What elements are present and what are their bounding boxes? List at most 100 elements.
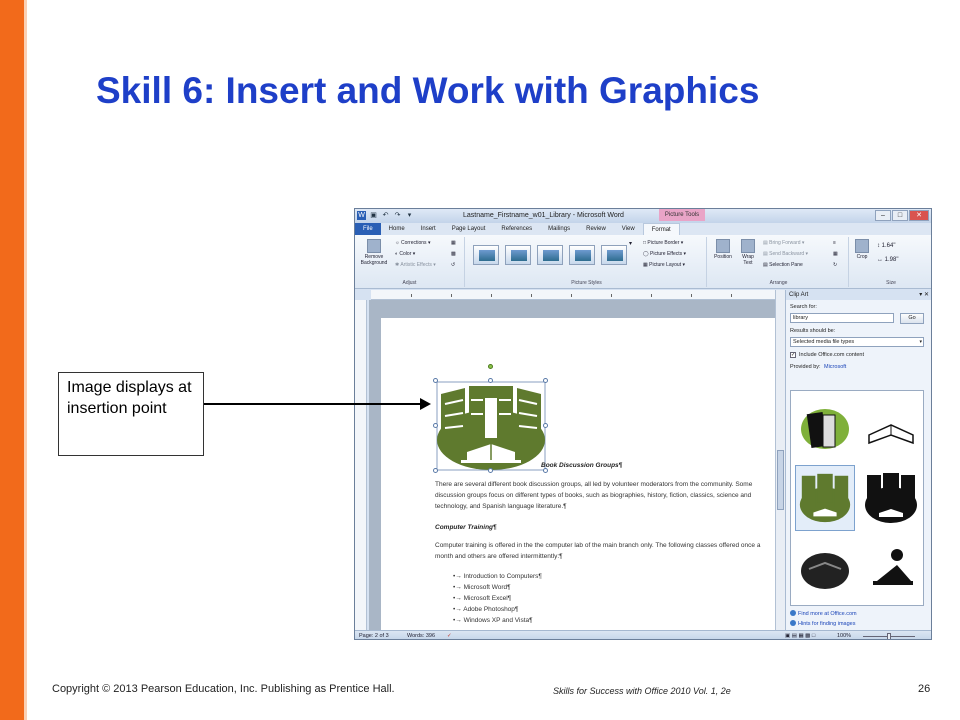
picture-effects-button[interactable]: ◯ Picture Effects ▾ xyxy=(643,251,686,258)
minimize-button[interactable]: – xyxy=(875,210,891,221)
help-icon xyxy=(790,620,796,626)
hints-link[interactable]: Hints for finding images xyxy=(790,620,855,627)
tab-review[interactable]: Review xyxy=(578,223,614,235)
undo-icon[interactable]: ↶ xyxy=(381,211,390,220)
height-field[interactable]: ↕ 1.64" xyxy=(877,243,895,250)
clipart-result-dark-book[interactable] xyxy=(795,535,855,601)
ruler-mark xyxy=(531,294,532,297)
library-clipart-image[interactable] xyxy=(435,380,547,472)
word-window: W ▣ ↶ ↷ ▾ Lastname_Firstname_w01_Library… xyxy=(354,208,932,640)
crop-icon xyxy=(855,239,869,253)
compress-pictures-icon[interactable]: ▦ xyxy=(451,240,456,247)
resize-handle[interactable] xyxy=(488,468,493,473)
artistic-effects-button[interactable]: ✱ Artistic Effects ▾ xyxy=(395,262,436,269)
picture-style-thumb[interactable] xyxy=(505,245,531,265)
clipart-result-reader[interactable] xyxy=(861,535,921,601)
resize-handle[interactable] xyxy=(433,423,438,428)
ruler-mark xyxy=(691,294,692,297)
clipart-doorway xyxy=(485,398,497,438)
clipart-book xyxy=(822,414,836,448)
tab-home[interactable]: Home xyxy=(381,223,413,235)
clipart-result-library-selected[interactable] xyxy=(795,465,855,531)
doc-paragraph-1: There are several different book discuss… xyxy=(435,481,753,510)
tab-format[interactable]: Format xyxy=(642,223,680,235)
document-page[interactable]: Book Discussion Groups¶ There are severa… xyxy=(381,318,775,638)
color-button[interactable]: ◐ Color ▾ xyxy=(395,251,415,258)
clipart-shelf xyxy=(883,473,899,503)
save-icon[interactable]: ▣ xyxy=(369,211,378,220)
resize-handle[interactable] xyxy=(488,378,493,383)
results-label: Results should be: xyxy=(790,328,836,334)
list-item: Introduction to Computers¶ xyxy=(453,571,542,582)
rotate-icon[interactable]: ↻ xyxy=(833,262,837,269)
tab-mailings[interactable]: Mailings xyxy=(540,223,578,235)
customize-qat-icon[interactable]: ▾ xyxy=(405,211,414,220)
scrollbar-thumb[interactable] xyxy=(777,450,784,510)
tab-file[interactable]: File xyxy=(355,223,381,235)
tab-page-layout[interactable]: Page Layout xyxy=(444,223,494,235)
view-buttons[interactable]: ▣ ▤ ▦ ▩ □ xyxy=(785,633,815,639)
ruler-mark xyxy=(611,294,612,297)
change-picture-icon[interactable]: ▩ xyxy=(451,251,456,258)
selection-pane-button[interactable]: ▤ Selection Pane xyxy=(763,262,803,269)
clipart-result-books[interactable] xyxy=(795,395,855,461)
rotate-handle[interactable] xyxy=(488,364,493,369)
picture-styles-group-label: Picture Styles xyxy=(571,280,602,286)
gallery-more-icon[interactable]: ▾ xyxy=(629,241,632,248)
resize-handle[interactable] xyxy=(433,468,438,473)
crop-button[interactable]: Crop xyxy=(853,239,871,260)
word-logo-icon[interactable]: W xyxy=(357,211,366,220)
go-button[interactable]: Go xyxy=(900,313,924,324)
picture-style-thumb[interactable] xyxy=(473,245,499,265)
clipart-table xyxy=(461,460,521,463)
reset-picture-icon[interactable]: ↺ xyxy=(451,262,455,269)
corrections-button[interactable]: ☼ Corrections ▾ xyxy=(395,240,430,247)
picture-layout-button[interactable]: ▦ Picture Layout ▾ xyxy=(643,262,685,269)
tab-references[interactable]: References xyxy=(493,223,540,235)
find-more-link[interactable]: Find more at Office.com xyxy=(790,610,857,617)
group-icon[interactable]: ▦ xyxy=(833,251,838,258)
resize-handle[interactable] xyxy=(543,423,548,428)
picture-style-thumb[interactable] xyxy=(569,245,595,265)
clipart-body xyxy=(877,565,911,581)
close-icon[interactable]: ▾ ✕ xyxy=(919,290,929,300)
redo-icon[interactable]: ↷ xyxy=(393,211,402,220)
word-count[interactable]: Words: 396 xyxy=(407,633,435,639)
provided-by-link[interactable]: Microsoft xyxy=(824,364,846,370)
picture-tools-contextual-tab: Picture Tools xyxy=(659,209,705,221)
quick-access-toolbar: W ▣ ↶ ↷ ▾ xyxy=(357,211,414,220)
page-count[interactable]: Page: 2 of 3 xyxy=(359,633,389,639)
align-icon[interactable]: ≡ xyxy=(833,240,836,247)
zoom-level[interactable]: 100% xyxy=(837,633,851,639)
callout-arrow-line xyxy=(204,403,422,405)
resize-handle[interactable] xyxy=(543,378,548,383)
zoom-slider-knob[interactable] xyxy=(887,633,891,639)
wrap-text-button[interactable]: Wrap Text xyxy=(737,239,759,266)
remove-background-button[interactable]: Remove Background xyxy=(357,239,391,266)
ribbon-group-picture-styles: ▾ □ Picture Border ▾ ◯ Picture Effects ▾… xyxy=(467,237,707,287)
clipart-pane-title: Clip Art xyxy=(789,292,809,298)
bring-forward-button[interactable]: ▤ Bring Forward ▾ xyxy=(763,240,804,247)
proofing-icon[interactable]: ✓ xyxy=(447,633,452,639)
picture-style-thumb[interactable] xyxy=(537,245,563,265)
callout-box: Image displays at insertion point xyxy=(58,372,204,456)
clipart-result-open-book[interactable] xyxy=(861,395,921,461)
vertical-scrollbar[interactable] xyxy=(775,290,785,630)
resize-handle[interactable] xyxy=(433,378,438,383)
book-title-footer: Skills for Success with Office 2010 Vol.… xyxy=(553,686,731,696)
clipart-search-input[interactable]: library xyxy=(790,313,894,323)
close-button[interactable]: ✕ xyxy=(909,210,929,221)
position-button[interactable]: Position xyxy=(711,239,735,260)
ruler-mark xyxy=(731,294,732,297)
list-item: Microsoft Word¶ xyxy=(453,582,542,593)
maximize-button[interactable]: □ xyxy=(892,210,908,221)
picture-style-thumb[interactable] xyxy=(601,245,627,265)
clipart-result-library-bw[interactable] xyxy=(861,465,921,531)
media-type-select[interactable]: Selected media file types ▾ xyxy=(790,337,924,347)
picture-border-button[interactable]: □ Picture Border ▾ xyxy=(643,240,683,247)
width-field[interactable]: ↔ 1.98" xyxy=(877,257,898,264)
include-office-checkbox[interactable]: ✓ xyxy=(790,352,796,358)
tab-view[interactable]: View xyxy=(614,223,643,235)
send-backward-button[interactable]: ▤ Send Backward ▾ xyxy=(763,251,808,258)
tab-insert[interactable]: Insert xyxy=(413,223,444,235)
